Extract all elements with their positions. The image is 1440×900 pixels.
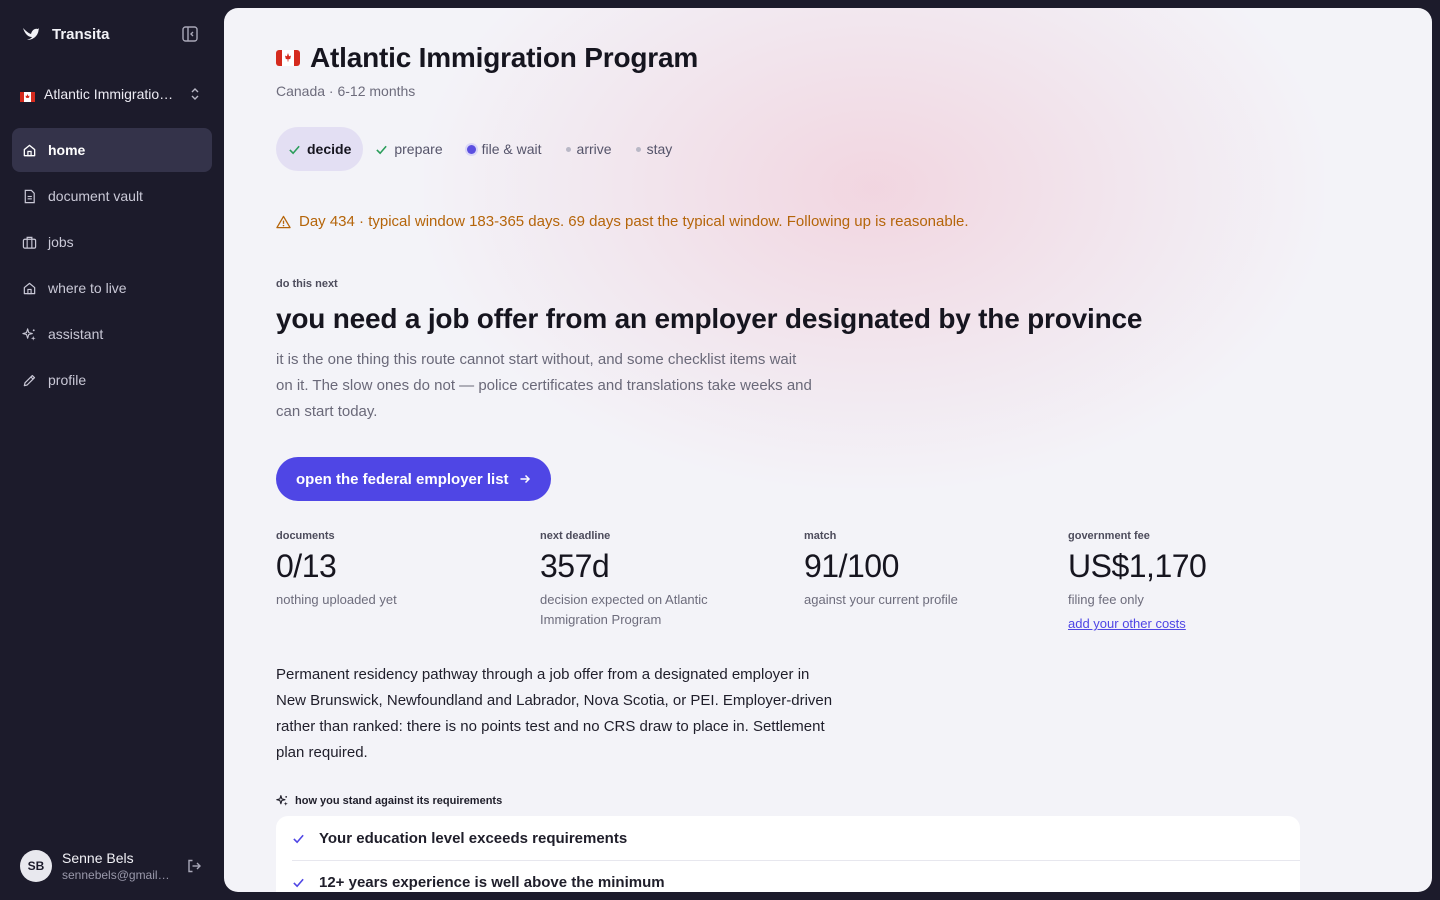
sidebar-item-document-vault[interactable]: document vault — [12, 174, 212, 218]
sidebar-item-label: assistant — [48, 326, 104, 342]
step-dot — [635, 146, 641, 152]
sidebar-nav: home document vault jobs where to live a… — [12, 128, 212, 404]
check-icon — [293, 834, 304, 843]
step-prepare[interactable]: prepare — [363, 127, 454, 171]
step-stay[interactable]: stay — [624, 127, 685, 171]
user-card[interactable]: SB Senne Bels sennebels@gmail.com — [20, 848, 206, 884]
step-label: prepare — [394, 141, 443, 157]
step-label: file & wait — [481, 141, 542, 157]
sidebar-item-label: jobs — [48, 234, 74, 250]
requirement-item: Your education level exceeds requirement… — [276, 816, 1300, 860]
user-name: Senne Bels — [62, 850, 134, 866]
requirement-item: 12+ years experience is well above the m… — [292, 860, 1300, 892]
home-icon — [23, 144, 36, 156]
requirement-text: Your education level exceeds requirement… — [319, 829, 628, 847]
sparkle-icon — [22, 327, 36, 341]
step-file-and-wait[interactable]: file & wait — [455, 127, 554, 171]
stat-government-fee: government fee US$1,170 filing fee only … — [1068, 530, 1308, 631]
stat-note: filing fee only — [1068, 592, 1144, 607]
step-label: decide — [307, 141, 352, 157]
cta-label: open the federal employer list — [296, 470, 509, 488]
pencil-icon — [23, 374, 36, 386]
program-switcher-label: Atlantic Immigration Program — [44, 86, 180, 102]
sparkle-icon — [276, 795, 288, 806]
next-step-description: it is the one thing this route cannot st… — [276, 351, 812, 420]
stat-note: nothing uploaded yet — [276, 592, 397, 607]
sidebar-item-where-to-live[interactable]: where to live — [12, 266, 212, 310]
next-step-headline: you need a job offer from an employer de… — [276, 303, 1143, 334]
step-decide[interactable]: decide — [276, 127, 364, 171]
sidebar-item-label: document vault — [48, 188, 143, 204]
program-description: Permanent residency pathway through a jo… — [276, 666, 833, 761]
user-email: sennebels@gmail.com — [62, 868, 172, 882]
user-info: Senne Bels sennebels@gmail.com — [62, 849, 172, 883]
requirement-text: 12+ years experience is well above the m… — [319, 874, 665, 891]
check-icon — [289, 145, 300, 154]
step-label: stay — [646, 141, 673, 157]
document-icon — [24, 189, 35, 203]
page-subtitle: Canada · 6-12 months — [276, 83, 416, 99]
step-label: arrive — [576, 141, 612, 157]
page-title: Atlantic Immigration Program — [310, 42, 699, 73]
sidebar-item-profile[interactable]: profile — [12, 358, 212, 402]
stat-match: match 91/100 against your current profil… — [804, 530, 1044, 610]
sidebar-item-label: home — [48, 142, 86, 158]
house-icon — [23, 282, 36, 294]
stat-label: documents — [276, 530, 335, 542]
sidebar-item-label: where to live — [48, 280, 127, 296]
sidebar-item-jobs[interactable]: jobs — [12, 220, 212, 264]
stat-label: match — [804, 530, 837, 542]
stat-note: against your current profile — [804, 592, 958, 607]
stat-value: 0/13 — [276, 548, 337, 584]
stat-value: 357d — [540, 548, 610, 584]
arrow-right-icon — [520, 474, 530, 484]
briefcase-icon — [22, 236, 37, 249]
stat-documents: documents 0/13 nothing uploaded yet — [276, 530, 516, 610]
requirements-list: Your education level exceeds requirement… — [276, 816, 1300, 892]
sidebar: Transita Atlantic Immigration Program ho… — [0, 0, 224, 900]
bird-logo-icon — [23, 28, 39, 40]
requirements-heading: how you stand against its requirements — [276, 794, 502, 807]
step-arrive[interactable]: arrive — [554, 127, 624, 171]
program-switcher[interactable]: Atlantic Immigration Program — [20, 84, 206, 104]
stat-next-deadline: next deadline 357d decision expected on … — [540, 530, 780, 630]
sidebar-toggle-icon[interactable] — [181, 25, 199, 43]
avatar: SB — [20, 850, 52, 882]
open-employer-list-button[interactable]: open the federal employer list — [276, 457, 551, 501]
stat-note: decision expected on Atlantic Immigratio… — [540, 592, 708, 627]
brand[interactable]: Transita — [22, 24, 110, 44]
step-dot — [565, 146, 571, 152]
chevron-updown-icon — [191, 88, 199, 100]
sidebar-item-home[interactable]: home — [12, 128, 212, 172]
logout-icon[interactable] — [186, 858, 202, 874]
title-row: Atlantic Immigration Program — [276, 42, 698, 74]
check-icon — [293, 878, 304, 888]
canada-flag-icon — [276, 50, 300, 66]
warning-text: Day 434 · typical window 183-365 days. 6… — [299, 213, 969, 230]
main-panel: Atlantic Immigration Program Canada · 6-… — [224, 8, 1432, 892]
stat-value: US$1,170 — [1068, 548, 1207, 584]
stat-label: next deadline — [540, 530, 611, 542]
warning-triangle-icon — [276, 215, 291, 228]
sidebar-item-label: profile — [48, 372, 87, 388]
journey-stepper: decide prepare file & wait arrive stay — [276, 127, 684, 171]
timeline-warning: Day 434 · typical window 183-365 days. 6… — [276, 213, 969, 230]
check-icon — [376, 145, 388, 154]
sidebar-item-assistant[interactable]: assistant — [12, 312, 212, 356]
stat-value: 91/100 — [804, 548, 899, 584]
next-step-eyebrow: do this next — [276, 278, 338, 290]
app-name: Transita — [52, 25, 110, 43]
active-step-dot — [466, 144, 476, 154]
stat-label: government fee — [1068, 530, 1150, 542]
requirements-heading-text: how you stand against its requirements — [295, 794, 503, 807]
add-other-costs-link[interactable]: add your other costs — [1068, 616, 1308, 631]
canada-flag-icon — [20, 89, 35, 102]
